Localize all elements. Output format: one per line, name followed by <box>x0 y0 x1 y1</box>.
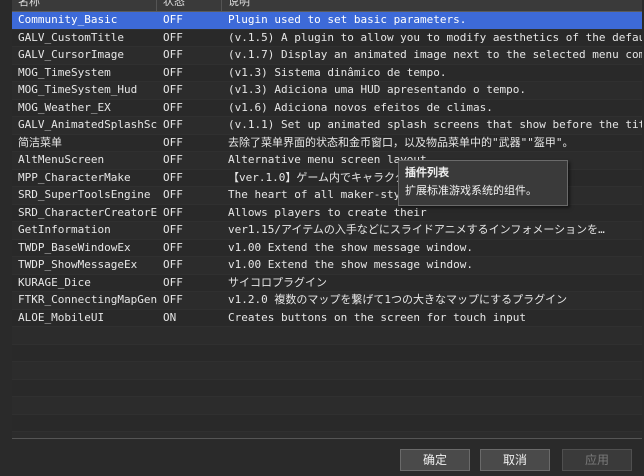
cancel-button[interactable]: 取消 <box>480 449 550 471</box>
plugin-status: OFF <box>163 188 183 201</box>
plugin-description: ver1.15/アイテムの入手などにスライドアニメするインフォメーションを… <box>228 223 605 236</box>
plugin-name: FTKR_ConnectingMapGen… <box>18 293 157 306</box>
plugin-name: TWDP_BaseWindowEx <box>18 240 131 254</box>
apply-button[interactable]: 应用 <box>562 449 632 471</box>
plugin-manager-window: 名称 状态 说明 Community_Basic OFF Plugin used t… <box>0 0 644 476</box>
plugin-status: OFF <box>163 83 183 96</box>
plugin-status: OFF <box>163 135 183 149</box>
plugin-description: Plugin used to set basic parameters. <box>228 13 467 26</box>
plugin-list-header: 名称 状态 说明 <box>12 0 642 12</box>
plugin-status: OFF <box>163 293 183 306</box>
plugin-description: (v.1.7) Display an animated image next t… <box>228 48 642 61</box>
empty-row <box>12 379 642 397</box>
plugin-row[interactable]: TWDP_BaseWindowEx OFF v1.00 Extend the sho… <box>12 239 642 257</box>
plugin-row[interactable]: MOG_TimeSystem OFF (v1.3) Sistema dinâmico… <box>12 64 642 82</box>
plugin-status: OFF <box>163 48 183 61</box>
plugin-name: GetInformation <box>18 223 111 236</box>
plugin-description: (v1.3) Sistema dinâmico de tempo. <box>228 65 447 79</box>
plugin-row[interactable]: GALV_CustomTitle OFF (v.1.5) A plugin to a… <box>12 29 642 47</box>
column-header-name[interactable]: 名称 <box>12 0 157 11</box>
plugin-row[interactable]: GALV_CursorImage OFF (v.1.7) Display an an… <box>12 47 642 65</box>
plugin-status: OFF <box>163 30 183 44</box>
plugin-name: SRD_SuperToolsEngine <box>18 188 151 201</box>
plugin-description: サイコロプラグイン <box>228 275 327 289</box>
plugin-name: Community_Basic <box>18 13 118 26</box>
plugin-row[interactable]: MOG_Weather_EX OFF (v1.6) Adiciona novos e… <box>12 99 642 117</box>
plugin-description: v1.00 Extend the show message window. <box>228 240 474 254</box>
ok-button[interactable]: 确定 <box>400 449 470 471</box>
plugin-status: OFF <box>163 223 183 236</box>
column-header-status[interactable]: 状态 <box>157 0 222 11</box>
tooltip-body: 扩展标准游戏系统的组件。 <box>405 184 537 197</box>
plugin-description: Creates buttons on the screen for touch … <box>228 310 527 324</box>
plugin-row[interactable]: KURAGE_Dice OFF サイコロプラグイン <box>12 274 642 292</box>
empty-row <box>12 414 642 432</box>
plugin-name: GALV_CustomTitle <box>18 30 124 44</box>
plugin-status: OFF <box>163 153 183 166</box>
plugin-description: (v1.6) Adiciona novos efeitos de climas. <box>228 100 493 114</box>
plugin-status: OFF <box>163 240 183 254</box>
plugin-name: MOG_TimeSystem <box>18 65 111 79</box>
plugin-name: 简洁菜单 <box>18 135 62 149</box>
empty-row <box>12 397 642 415</box>
plugin-name: MPP_CharacterMake <box>18 170 131 184</box>
plugin-name: GALV_CursorImage <box>18 48 124 61</box>
plugin-row[interactable]: GetInformation OFF ver1.15/アイテムの入手などにスライドア… <box>12 222 642 240</box>
plugin-status: OFF <box>163 100 183 114</box>
empty-row <box>12 327 642 345</box>
plugin-description: Allows players to create their <box>228 205 427 219</box>
plugin-name: MOG_Weather_EX <box>18 100 111 114</box>
plugin-description: (v.1.5) A plugin to allow you to modify … <box>228 30 642 44</box>
plugin-row[interactable]: MOG_TimeSystem_Hud OFF (v1.3) Adiciona uma… <box>12 82 642 100</box>
plugin-name: ALOE_MobileUI <box>18 310 105 324</box>
plugin-status: OFF <box>163 170 183 184</box>
plugin-status: ON <box>163 310 177 324</box>
plugin-name: KURAGE_Dice <box>18 275 91 289</box>
plugin-row[interactable]: GALV_AnimatedSplashSc… OFF (v.1.1) Set up … <box>12 117 642 135</box>
plugin-name: AltMenuScreen <box>18 153 105 166</box>
plugin-row[interactable]: ALOE_MobileUI ON Creates buttons on the sc… <box>12 309 642 327</box>
plugin-status: OFF <box>163 13 183 26</box>
plugin-status: OFF <box>163 275 183 289</box>
plugin-row[interactable]: SRD_CharacterCreatorEX OFF Allows players … <box>12 204 642 222</box>
tooltip-title: 插件列表 <box>405 166 449 179</box>
plugin-name: TWDP_ShowMessageEx <box>18 258 138 271</box>
plugin-description: (v.1.1) Set up animated splash screens t… <box>228 118 642 131</box>
plugin-rows: Community_Basic OFF Plugin used to set bas… <box>12 12 642 438</box>
plugin-status: OFF <box>163 258 183 271</box>
plugin-row[interactable]: Community_Basic OFF Plugin used to set bas… <box>12 12 642 30</box>
plugin-row[interactable]: TWDP_ShowMessageEx OFF v1.00 Extend the sh… <box>12 257 642 275</box>
empty-row <box>12 432 642 438</box>
plugin-row[interactable]: 简洁菜单 OFF 去除了菜单界面的状态和金币窗口，以及物品菜单中的"武器""盔甲"。 <box>12 134 642 152</box>
column-header-description[interactable]: 说明 <box>222 0 642 11</box>
plugin-name: MOG_TimeSystem_Hud <box>18 83 138 96</box>
plugin-name: SRD_CharacterCreatorEX <box>18 205 157 219</box>
empty-row <box>12 362 642 380</box>
empty-row <box>12 344 642 362</box>
plugin-name: GALV_AnimatedSplashSc… <box>18 118 157 131</box>
plugin-row[interactable]: FTKR_ConnectingMapGen… OFF v1.2.0 複数のマップを繋… <box>12 292 642 310</box>
plugin-list[interactable]: 名称 状态 说明 Community_Basic OFF Plugin used t… <box>12 0 642 439</box>
plugin-status: OFF <box>163 205 183 219</box>
plugin-description: (v1.3) Adiciona uma HUD apresentando o t… <box>228 83 527 96</box>
plugin-description: 去除了菜单界面的状态和金币窗口，以及物品菜单中的"武器""盔甲"。 <box>228 135 574 149</box>
plugin-description: v1.2.0 複数のマップを繋げて1つの大きなマップにするプラグイン <box>228 293 568 306</box>
plugin-status: OFF <box>163 118 183 131</box>
tooltip: 插件列表 扩展标准游戏系统的组件。 <box>398 160 568 206</box>
plugin-status: OFF <box>163 65 183 79</box>
plugin-description: v1.00 Extend the show message window. <box>228 258 474 271</box>
